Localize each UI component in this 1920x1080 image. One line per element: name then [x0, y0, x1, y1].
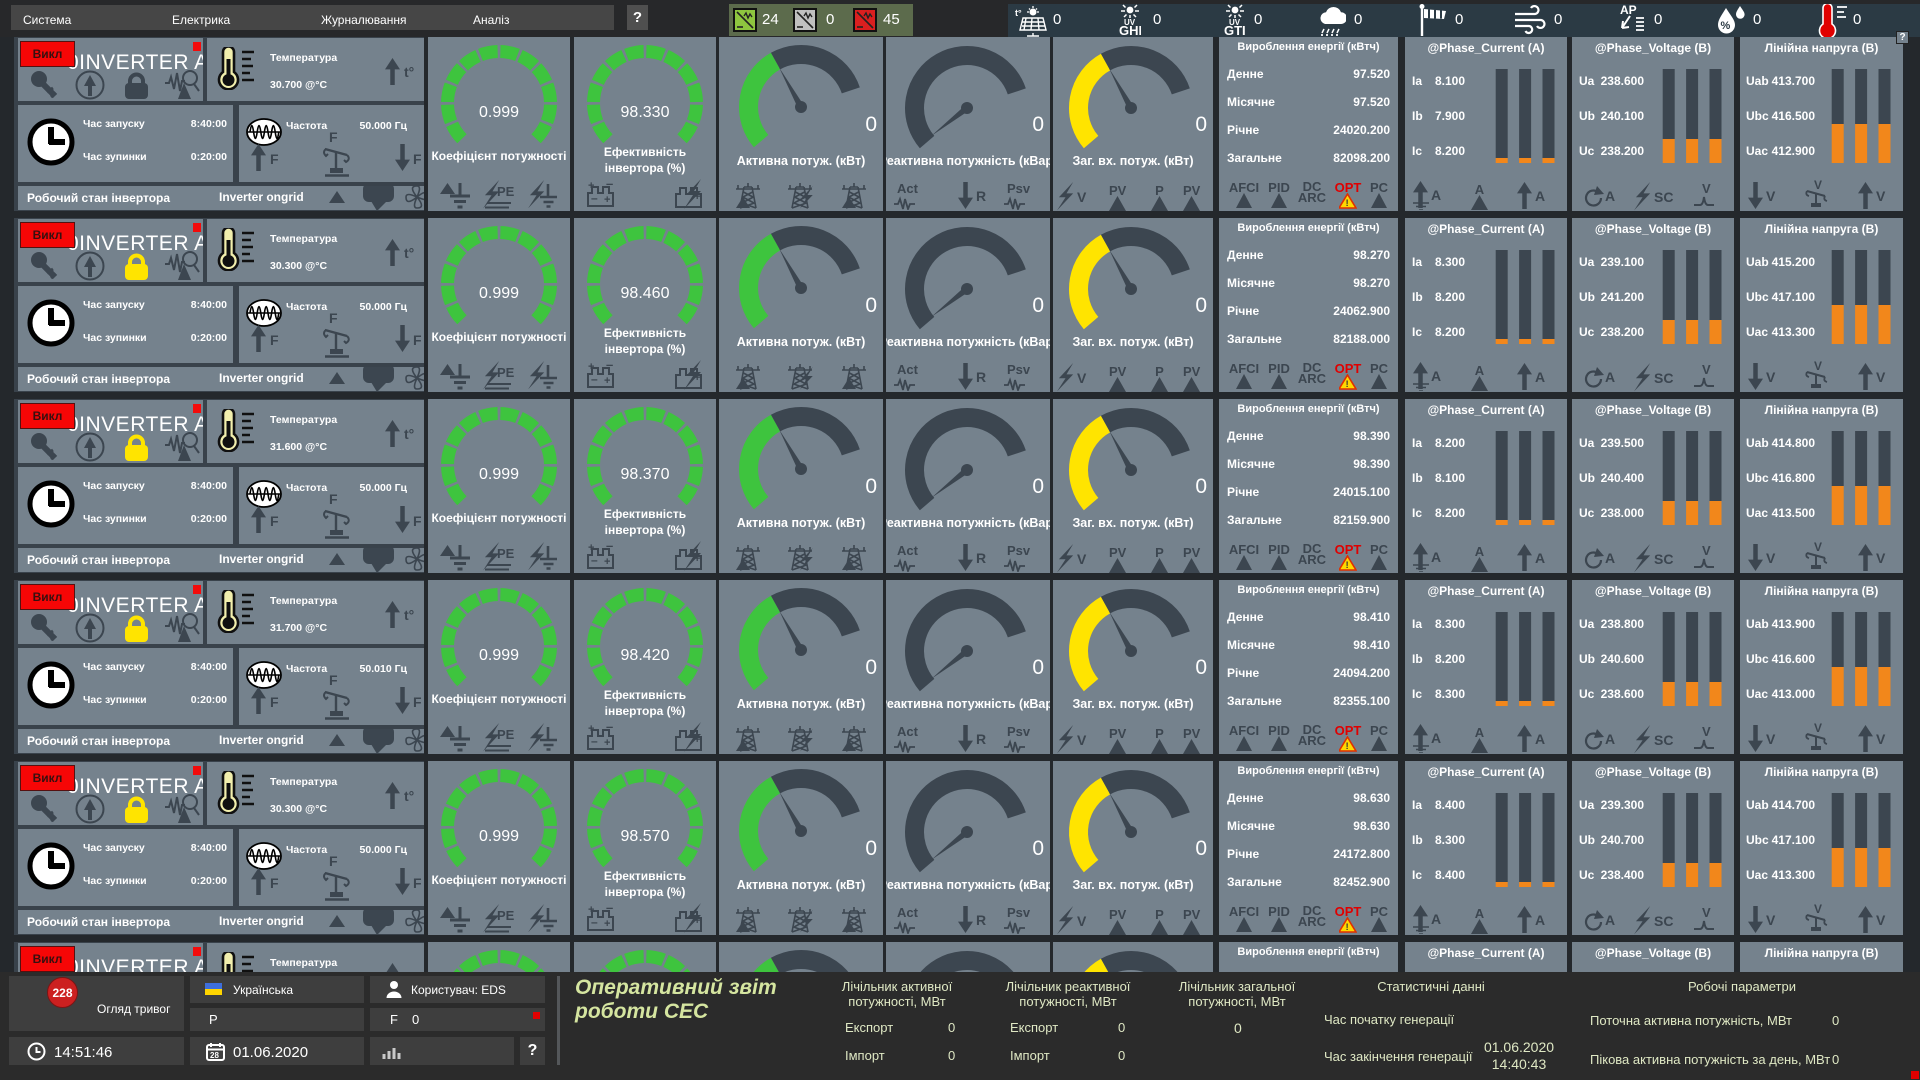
svg-text:!: ! — [1346, 741, 1349, 751]
svg-text:V: V — [1814, 542, 1822, 554]
svg-text:+: + — [694, 915, 700, 927]
svg-text:Psv: Psv — [1007, 363, 1031, 377]
svg-text:PE: PE — [497, 184, 515, 199]
svg-text:28: 28 — [210, 1051, 219, 1060]
svg-text:–: – — [591, 372, 598, 386]
svg-text:+: + — [694, 372, 700, 384]
svg-text:Act: Act — [897, 182, 919, 196]
svg-text:–: – — [591, 915, 598, 929]
svg-text:–: – — [591, 553, 598, 567]
svg-text:+: + — [694, 191, 700, 203]
svg-text:V: V — [1814, 904, 1822, 916]
svg-text:Act: Act — [897, 906, 919, 920]
svg-text:PE: PE — [497, 546, 515, 561]
svg-text:!: ! — [1346, 379, 1349, 389]
svg-text:V: V — [1814, 723, 1822, 735]
svg-text:V: V — [1702, 364, 1711, 377]
svg-text:V: V — [1702, 545, 1711, 558]
svg-text:+: + — [604, 918, 610, 930]
svg-text:!: ! — [1346, 922, 1349, 932]
svg-text:+: + — [604, 556, 610, 568]
svg-text:–: – — [591, 734, 598, 748]
svg-text:+: + — [694, 553, 700, 565]
svg-text:Act: Act — [897, 544, 919, 558]
svg-text:V: V — [1702, 726, 1711, 739]
svg-text:Act: Act — [897, 363, 919, 377]
svg-text:+: + — [694, 734, 700, 746]
svg-text:PE: PE — [497, 365, 515, 380]
svg-text:Psv: Psv — [1007, 725, 1031, 739]
svg-text:V: V — [1702, 907, 1711, 920]
svg-text:Psv: Psv — [1007, 544, 1031, 558]
svg-text:+: + — [604, 194, 610, 206]
svg-text:+: + — [604, 737, 610, 749]
svg-text:Psv: Psv — [1007, 906, 1031, 920]
svg-text:!: ! — [1346, 198, 1349, 208]
svg-text:V: V — [1702, 183, 1711, 196]
svg-text:!: ! — [1346, 560, 1349, 570]
svg-text:+: + — [604, 375, 610, 387]
svg-text:PE: PE — [497, 727, 515, 742]
svg-text:Psv: Psv — [1007, 182, 1031, 196]
svg-text:V: V — [1814, 180, 1822, 192]
svg-text:PE: PE — [497, 908, 515, 923]
svg-text:Act: Act — [897, 725, 919, 739]
svg-text:–: – — [591, 191, 598, 205]
svg-text:V: V — [1814, 361, 1822, 373]
